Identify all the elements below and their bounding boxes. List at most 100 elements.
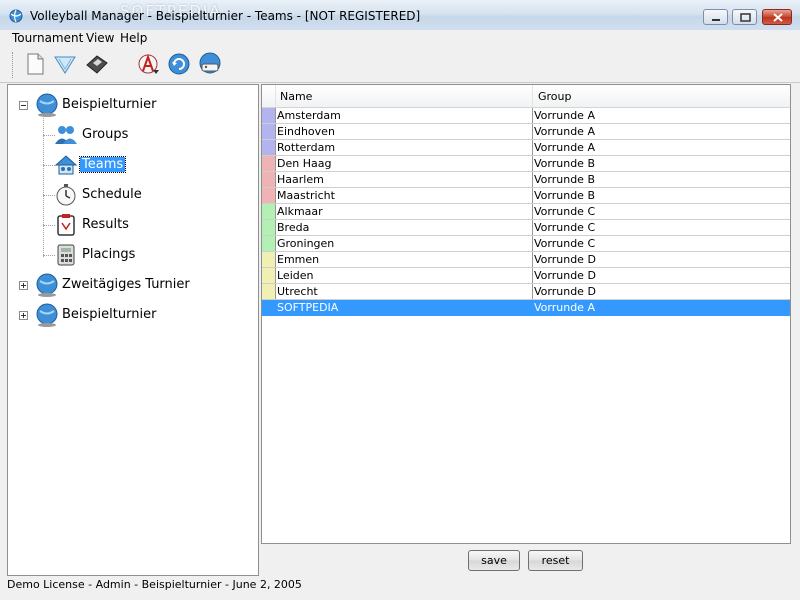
- team-name-cell[interactable]: Maastricht: [277, 189, 335, 202]
- toolbar-grip[interactable]: [12, 52, 16, 78]
- team-name-cell[interactable]: Amsterdam: [277, 109, 341, 122]
- team-name-cell[interactable]: Haarlem: [277, 173, 324, 186]
- tree-node-groups[interactable]: Groups: [82, 127, 128, 142]
- tree-node-tournament[interactable]: Beispielturnier: [62, 97, 156, 112]
- team-group-cell[interactable]: Vorrunde B: [534, 189, 595, 202]
- table-row[interactable]: SOFTPEDIA Vorrunde A: [262, 300, 790, 316]
- team-group-cell[interactable]: Vorrunde C: [534, 205, 595, 218]
- placings-calculator-icon: [57, 244, 75, 266]
- table-row[interactable]: Breda Vorrunde C: [262, 220, 790, 236]
- team-group-cell[interactable]: Vorrunde D: [534, 269, 596, 282]
- groups-icon: [55, 126, 77, 144]
- team-name-cell[interactable]: Groningen: [277, 237, 334, 250]
- cell-divider: [275, 188, 276, 203]
- column-separator[interactable]: [532, 85, 533, 107]
- team-name-cell[interactable]: Leiden: [277, 269, 313, 282]
- group-color-swatch: [262, 172, 275, 187]
- column-header-group[interactable]: Group: [538, 90, 572, 103]
- team-name-cell[interactable]: Eindhoven: [277, 125, 335, 138]
- column-header-name[interactable]: Name: [280, 90, 312, 103]
- menu-tournament[interactable]: Tournament: [12, 31, 83, 45]
- team-name-cell[interactable]: Emmen: [277, 253, 319, 266]
- cell-divider: [532, 268, 533, 283]
- table-row[interactable]: Haarlem Vorrunde B: [262, 172, 790, 188]
- cell-divider: [275, 124, 276, 139]
- new-document-icon[interactable]: [22, 51, 48, 77]
- table-row[interactable]: Amsterdam Vorrunde A: [262, 108, 790, 124]
- minimize-button[interactable]: [703, 9, 728, 25]
- tree-node-teams[interactable]: Teams: [78, 156, 127, 173]
- team-group-cell[interactable]: Vorrunde C: [534, 221, 595, 234]
- group-color-swatch: [262, 204, 275, 219]
- toolbar: [0, 48, 800, 83]
- cell-divider: [532, 108, 533, 123]
- cell-divider: [275, 252, 276, 267]
- tree-node-tournament[interactable]: Beispielturnier: [62, 307, 156, 322]
- menu-help[interactable]: Help: [120, 31, 147, 45]
- window-title: Volleyball Manager - Beispielturnier - T…: [30, 9, 421, 23]
- save-button[interactable]: save: [468, 550, 520, 571]
- refresh-icon[interactable]: [166, 51, 192, 77]
- cell-divider: [275, 300, 276, 315]
- minimize-icon: [712, 19, 720, 21]
- menu-view[interactable]: View: [86, 31, 114, 45]
- tree-node-tournament[interactable]: Zweitägiges Turnier: [62, 277, 190, 292]
- team-name-cell[interactable]: Rotterdam: [277, 141, 335, 154]
- close-icon: [773, 13, 783, 22]
- group-color-swatch: [262, 236, 275, 251]
- team-group-cell[interactable]: Vorrunde A: [534, 125, 595, 138]
- table-row[interactable]: Rotterdam Vorrunde A: [262, 140, 790, 156]
- group-color-swatch: [262, 108, 275, 123]
- table-row[interactable]: Leiden Vorrunde D: [262, 268, 790, 284]
- tournament-globe-icon: [36, 303, 58, 327]
- tournament-tree[interactable]: Beispielturnier Groups Teams Schedule Re…: [7, 84, 259, 576]
- header-corner: [262, 85, 276, 107]
- team-name-cell[interactable]: SOFTPEDIA: [277, 301, 338, 314]
- team-group-cell[interactable]: Vorrunde D: [534, 285, 596, 298]
- table-row[interactable]: Groningen Vorrunde C: [262, 236, 790, 252]
- team-group-cell[interactable]: Vorrunde C: [534, 237, 595, 250]
- cell-divider: [275, 156, 276, 171]
- pdf-export-icon[interactable]: [136, 51, 162, 77]
- table-row[interactable]: Emmen Vorrunde D: [262, 252, 790, 268]
- team-name-cell[interactable]: Den Haag: [277, 157, 331, 170]
- team-group-cell[interactable]: Vorrunde D: [534, 253, 596, 266]
- tree-node-results[interactable]: Results: [82, 217, 129, 232]
- reset-button[interactable]: reset: [528, 550, 583, 571]
- expand-toggle[interactable]: [19, 281, 28, 290]
- team-group-cell[interactable]: Vorrunde B: [534, 157, 595, 170]
- team-group-cell[interactable]: Vorrunde A: [534, 141, 595, 154]
- table-row[interactable]: Alkmaar Vorrunde C: [262, 204, 790, 220]
- teams-table[interactable]: Name Group Amsterdam Vorrunde A Eindhoven V…: [261, 84, 791, 544]
- cell-divider: [532, 172, 533, 187]
- team-group-cell[interactable]: Vorrunde A: [534, 301, 595, 314]
- collapse-toggle[interactable]: [19, 101, 28, 110]
- table-row[interactable]: Utrecht Vorrunde D: [262, 284, 790, 300]
- save-disk-icon[interactable]: [84, 51, 110, 77]
- table-row[interactable]: Den Haag Vorrunde B: [262, 156, 790, 172]
- team-name-cell[interactable]: Utrecht: [277, 285, 318, 298]
- tree-node-schedule[interactable]: Schedule: [82, 187, 142, 202]
- table-row[interactable]: Maastricht Vorrunde B: [262, 188, 790, 204]
- cell-divider: [532, 204, 533, 219]
- team-group-cell[interactable]: Vorrunde B: [534, 173, 595, 186]
- maximize-button[interactable]: [732, 9, 757, 25]
- team-name-cell[interactable]: Breda: [277, 221, 309, 234]
- cell-divider: [532, 188, 533, 203]
- tree-node-placings[interactable]: Placings: [82, 247, 135, 262]
- group-color-swatch: [262, 220, 275, 235]
- cell-divider: [532, 300, 533, 315]
- team-group-cell[interactable]: Vorrunde A: [534, 109, 595, 122]
- results-clipboard-icon: [57, 214, 75, 236]
- cell-divider: [275, 220, 276, 235]
- group-color-swatch: [262, 156, 275, 171]
- expand-toggle[interactable]: [19, 311, 28, 320]
- tournament-globe-icon: [36, 273, 58, 297]
- info-icon[interactable]: [197, 51, 223, 77]
- close-button[interactable]: [762, 9, 792, 25]
- title-bar[interactable]: SOFTPEDIA Volleyball Manager - Beispielt…: [0, 0, 800, 31]
- group-color-swatch: [262, 140, 275, 155]
- team-name-cell[interactable]: Alkmaar: [277, 205, 323, 218]
- open-tournament-icon[interactable]: [52, 51, 78, 77]
- table-row[interactable]: Eindhoven Vorrunde A: [262, 124, 790, 140]
